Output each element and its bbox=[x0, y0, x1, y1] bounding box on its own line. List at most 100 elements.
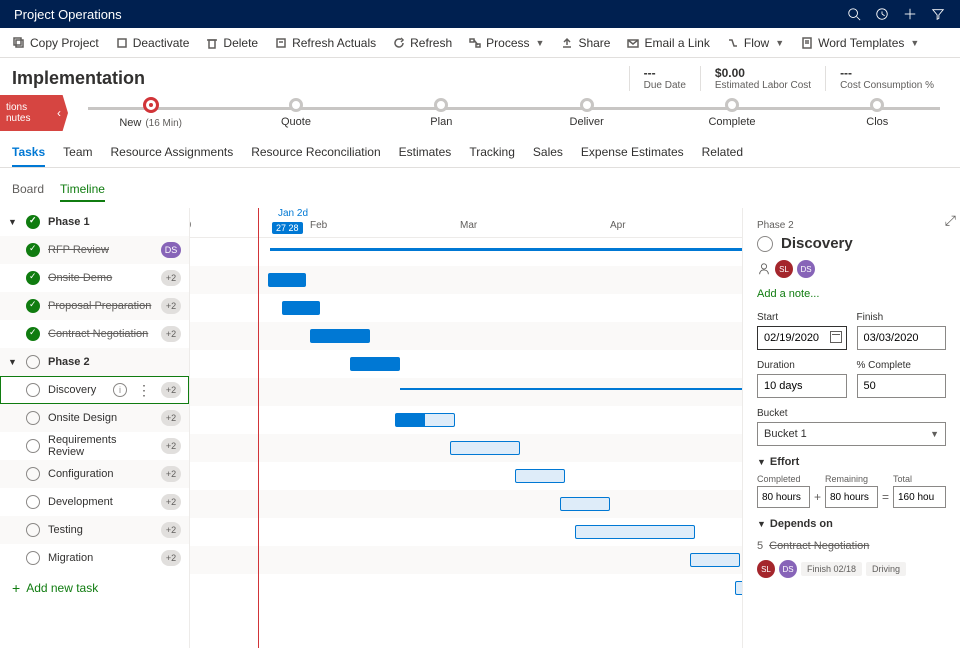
task-status-icon[interactable] bbox=[26, 243, 40, 257]
expand-icon[interactable]: ▼ bbox=[8, 217, 18, 227]
delete-button[interactable]: Delete bbox=[199, 32, 264, 54]
task-status-icon[interactable] bbox=[26, 355, 40, 369]
bucket-select[interactable]: Bucket 1 ▼ bbox=[757, 422, 946, 446]
stage-new[interactable]: New(16 Min) bbox=[78, 97, 223, 129]
subtab-timeline[interactable]: Timeline bbox=[60, 178, 105, 202]
task-status-icon[interactable] bbox=[26, 411, 40, 425]
tab-resource-assignments[interactable]: Resource Assignments bbox=[110, 139, 233, 167]
stage-quote[interactable]: Quote bbox=[223, 98, 368, 128]
word-templates-button[interactable]: Word Templates▼ bbox=[794, 32, 925, 54]
assistant-icon[interactable] bbox=[868, 0, 896, 28]
metric-due-date: ---Due Date bbox=[629, 66, 700, 91]
person-icon[interactable] bbox=[757, 262, 771, 276]
process-button[interactable]: Process▼ bbox=[462, 32, 550, 54]
stage-complete[interactable]: Complete bbox=[659, 98, 804, 128]
tab-team[interactable]: Team bbox=[63, 139, 92, 167]
stage-clos[interactable]: Clos bbox=[805, 98, 950, 128]
search-icon[interactable] bbox=[840, 0, 868, 28]
task-status-icon[interactable] bbox=[26, 495, 40, 509]
gantt-bar[interactable] bbox=[560, 497, 610, 511]
task-status-icon[interactable] bbox=[26, 383, 40, 397]
plus-icon: + bbox=[12, 580, 20, 596]
email-link-button[interactable]: Email a Link bbox=[620, 32, 715, 54]
task-row[interactable]: Requirements Review+2 bbox=[0, 432, 189, 460]
tab-expense-estimates[interactable]: Expense Estimates bbox=[581, 139, 684, 167]
refresh-button[interactable]: Refresh bbox=[386, 32, 458, 54]
stage-collapse-icon[interactable]: ‹ bbox=[50, 95, 68, 131]
phase-row[interactable]: ▼Phase 2 bbox=[0, 348, 189, 376]
gantt-bar[interactable] bbox=[690, 553, 740, 567]
percent-complete-input[interactable] bbox=[857, 374, 947, 398]
task-status-icon[interactable] bbox=[26, 271, 40, 285]
task-row[interactable]: Onsite Demo+2 bbox=[0, 264, 189, 292]
task-row[interactable]: Proposal Preparation+2 bbox=[0, 292, 189, 320]
share-button[interactable]: Share bbox=[554, 32, 616, 54]
avatar[interactable]: DS bbox=[797, 260, 815, 278]
effort-remaining-input[interactable] bbox=[825, 486, 878, 508]
add-task-button[interactable]: + Add new task bbox=[0, 572, 189, 604]
tab-estimates[interactable]: Estimates bbox=[399, 139, 452, 167]
stage-plan[interactable]: Plan bbox=[369, 98, 514, 128]
task-row[interactable]: Discoveryi⋮+2 bbox=[0, 376, 189, 404]
gantt-chart[interactable]: Dec Jan 2020 Feb Mar Apr Jan 2d 27 28 bbox=[190, 208, 742, 648]
task-row[interactable]: RFP ReviewDS bbox=[0, 236, 189, 264]
dependency-finish-badge: Finish 02/18 bbox=[801, 562, 862, 576]
phase-row[interactable]: ▼Phase 1 bbox=[0, 208, 189, 236]
active-stage-chip[interactable]: tions nutes bbox=[0, 95, 50, 131]
more-icon[interactable]: ⋮ bbox=[135, 382, 153, 399]
task-status-icon[interactable] bbox=[26, 439, 40, 453]
task-row[interactable]: Development+2 bbox=[0, 488, 189, 516]
gantt-bar[interactable] bbox=[282, 301, 320, 315]
task-status-icon[interactable] bbox=[26, 523, 40, 537]
gantt-bar[interactable] bbox=[268, 273, 306, 287]
refresh-actuals-button[interactable]: Refresh Actuals bbox=[268, 32, 382, 54]
task-status-icon[interactable] bbox=[26, 327, 40, 341]
task-row[interactable]: Migration+2 bbox=[0, 544, 189, 572]
task-row[interactable]: Contract Negotiation+2 bbox=[0, 320, 189, 348]
effort-section-header[interactable]: ▼Effort bbox=[757, 456, 946, 468]
task-row[interactable]: Onsite Design+2 bbox=[0, 404, 189, 432]
task-row[interactable]: Configuration+2 bbox=[0, 460, 189, 488]
deactivate-button[interactable]: Deactivate bbox=[109, 32, 196, 54]
complete-toggle-icon[interactable] bbox=[757, 236, 773, 252]
filter-icon[interactable] bbox=[924, 0, 952, 28]
dependency-item[interactable]: 5 Contract Negotiation bbox=[757, 536, 946, 556]
expand-icon[interactable]: ▼ bbox=[8, 357, 18, 367]
effort-total-input[interactable] bbox=[893, 486, 946, 508]
stage-deliver[interactable]: Deliver bbox=[514, 98, 659, 128]
duration-input[interactable] bbox=[757, 374, 847, 398]
gantt-bar[interactable] bbox=[515, 469, 565, 483]
tab-tracking[interactable]: Tracking bbox=[469, 139, 515, 167]
phase-summary-bar[interactable] bbox=[400, 388, 742, 390]
copy-project-button[interactable]: Copy Project bbox=[6, 32, 105, 54]
effort-completed-input[interactable] bbox=[757, 486, 810, 508]
gantt-bar[interactable] bbox=[395, 413, 455, 427]
gantt-bar[interactable] bbox=[450, 441, 520, 455]
task-status-icon[interactable] bbox=[26, 215, 40, 229]
add-icon[interactable] bbox=[896, 0, 924, 28]
task-status-icon[interactable] bbox=[26, 299, 40, 313]
finish-input[interactable] bbox=[857, 326, 947, 350]
tab-sales[interactable]: Sales bbox=[533, 139, 563, 167]
tab-resource-reconciliation[interactable]: Resource Reconciliation bbox=[251, 139, 380, 167]
gantt-bar[interactable] bbox=[575, 525, 695, 539]
info-icon[interactable]: i bbox=[113, 383, 127, 397]
task-badge: +2 bbox=[161, 466, 181, 482]
add-note-link[interactable]: Add a note... bbox=[757, 288, 946, 300]
gantt-bar[interactable] bbox=[350, 357, 400, 371]
tab-related[interactable]: Related bbox=[702, 139, 743, 167]
task-row[interactable]: Testing+2 bbox=[0, 516, 189, 544]
avatar[interactable]: SL bbox=[775, 260, 793, 278]
expand-panel-icon[interactable]: ⤢ bbox=[945, 212, 956, 229]
depends-section-header[interactable]: ▼Depends on bbox=[757, 518, 946, 530]
tab-tasks[interactable]: Tasks bbox=[12, 139, 45, 167]
gantt-bar[interactable] bbox=[310, 329, 370, 343]
task-name: Testing bbox=[48, 524, 153, 536]
calendar-icon[interactable] bbox=[830, 331, 842, 343]
task-status-icon[interactable] bbox=[26, 551, 40, 565]
phase-summary-bar[interactable] bbox=[270, 248, 742, 251]
gantt-bar[interactable] bbox=[735, 581, 742, 595]
flow-button[interactable]: Flow▼ bbox=[720, 32, 790, 54]
subtab-board[interactable]: Board bbox=[12, 178, 44, 202]
task-status-icon[interactable] bbox=[26, 467, 40, 481]
